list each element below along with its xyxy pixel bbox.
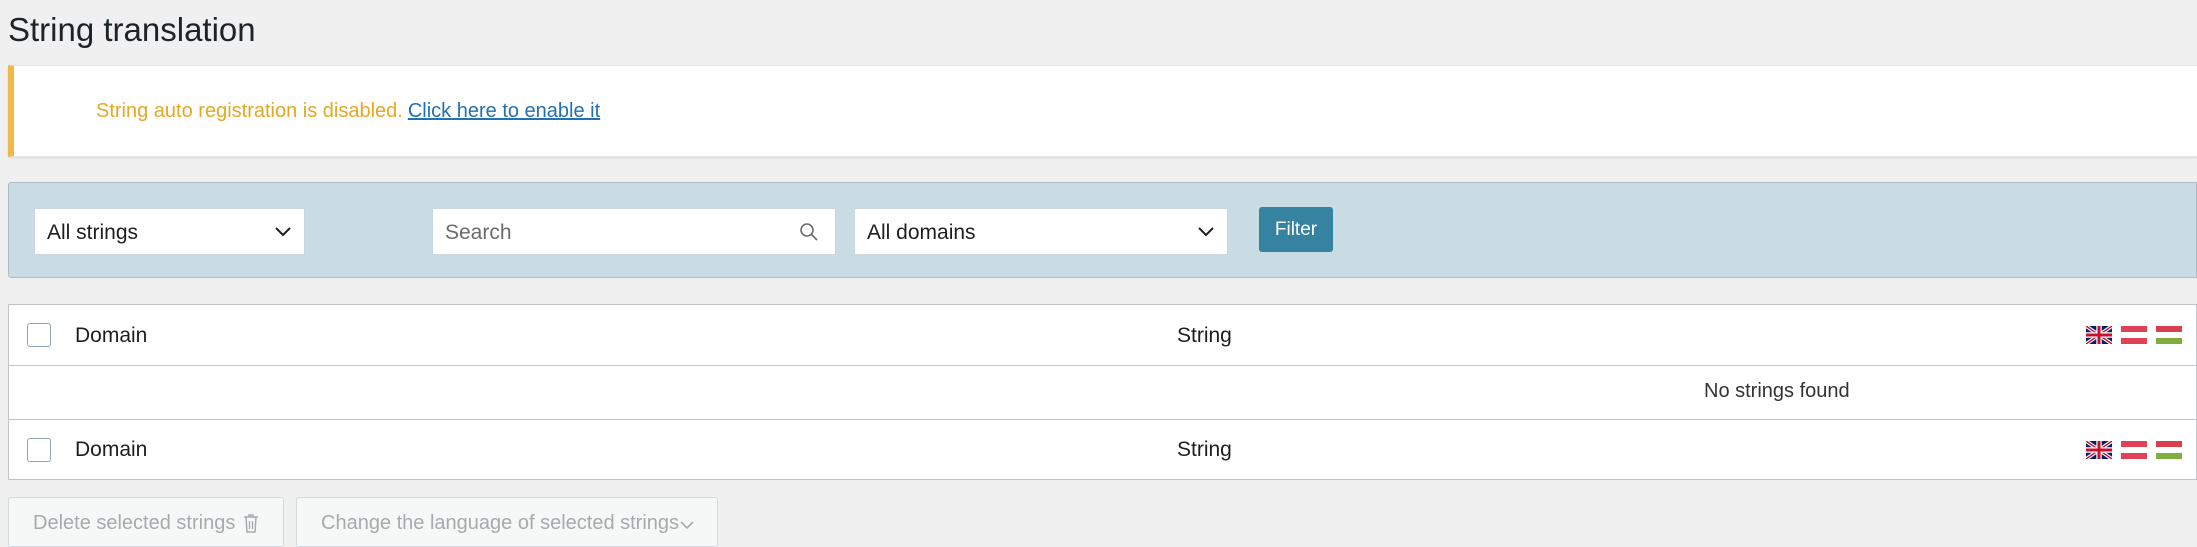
austria-flag-icon bbox=[2121, 441, 2147, 459]
table-footer-row: Domain String bbox=[9, 420, 2196, 479]
column-footer-domain[interactable]: Domain bbox=[75, 438, 147, 462]
select-all-checkbox[interactable] bbox=[27, 323, 51, 347]
domains-select[interactable]: All domains bbox=[854, 208, 1228, 255]
change-language-button[interactable]: Change the language of selected strings bbox=[296, 497, 718, 547]
column-header-string[interactable]: String bbox=[1177, 324, 1232, 348]
chevron-down-icon bbox=[1198, 227, 1214, 237]
enable-auto-registration-link[interactable]: Click here to enable it bbox=[408, 100, 600, 122]
search-input[interactable]: Search bbox=[432, 208, 836, 255]
language-flags bbox=[2086, 326, 2182, 344]
hungary-flag-icon bbox=[2156, 441, 2182, 459]
change-language-label: Change the language of selected strings bbox=[321, 512, 680, 534]
auto-registration-notice: String auto registration is disabled. Cli… bbox=[8, 65, 2197, 157]
column-header-domain[interactable]: Domain bbox=[75, 324, 147, 348]
chevron-down-icon bbox=[275, 227, 291, 237]
domains-value: All domains bbox=[867, 221, 976, 244]
search-placeholder: Search bbox=[445, 221, 512, 244]
page-title: String translation bbox=[8, 11, 256, 48]
notice-text: String auto registration is disabled. Cli… bbox=[96, 100, 600, 123]
uk-flag-icon bbox=[2086, 441, 2112, 459]
strings-table: Domain String No strings found Domain St… bbox=[8, 304, 2197, 480]
table-header-row: Domain String bbox=[9, 305, 2196, 366]
strings-type-value: All strings bbox=[47, 221, 139, 244]
hungary-flag-icon bbox=[2156, 326, 2182, 344]
search-icon bbox=[800, 223, 818, 241]
trash-icon bbox=[244, 514, 258, 533]
uk-flag-icon bbox=[2086, 326, 2112, 344]
austria-flag-icon bbox=[2121, 326, 2147, 344]
chevron-down-icon bbox=[680, 521, 694, 530]
strings-type-select[interactable]: All strings bbox=[34, 208, 305, 255]
empty-message: No strings found bbox=[1704, 380, 1850, 402]
select-all-checkbox-footer[interactable] bbox=[27, 438, 51, 462]
delete-selected-label: Delete selected strings bbox=[33, 512, 236, 534]
empty-row: No strings found bbox=[9, 366, 2196, 420]
notice-message: String auto registration is disabled. bbox=[96, 100, 403, 122]
delete-selected-strings-button[interactable]: Delete selected strings bbox=[8, 497, 284, 547]
column-footer-string[interactable]: String bbox=[1177, 438, 1232, 462]
language-flags-footer bbox=[2086, 441, 2182, 459]
filter-button[interactable]: Filter bbox=[1259, 207, 1333, 252]
filter-bar: All strings Search All domains Filter bbox=[8, 182, 2197, 278]
